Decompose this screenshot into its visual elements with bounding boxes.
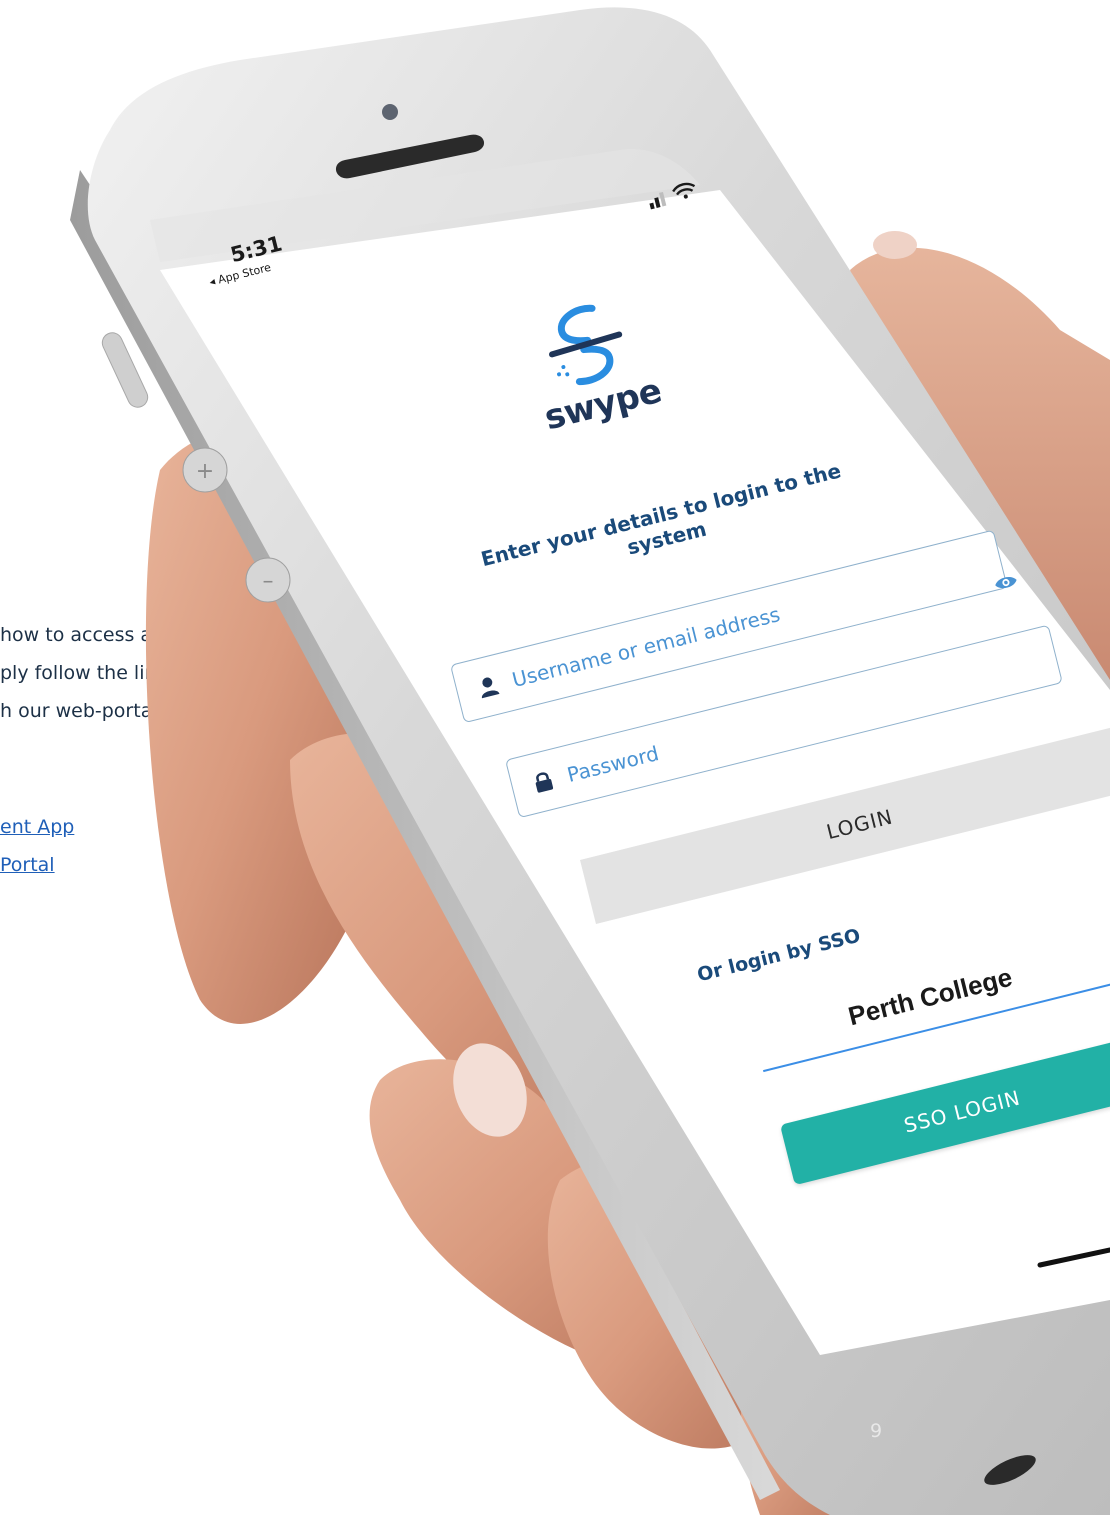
signal-icon bbox=[649, 191, 667, 210]
headline-line-1: Enter your details to login to the bbox=[478, 458, 844, 572]
sso-prompt: Or login by SSO bbox=[695, 925, 863, 987]
swype-logo: swype bbox=[512, 282, 691, 454]
wifi-icon bbox=[672, 182, 696, 199]
document-text-line: h our web-portal and bbox=[0, 700, 200, 722]
password-placeholder: Password bbox=[564, 741, 662, 787]
svg-text:–: – bbox=[263, 569, 274, 594]
sso-prompt-text: Or login by SSO bbox=[695, 924, 863, 987]
document-text-line: ply follow the links bbox=[0, 662, 178, 684]
user-icon bbox=[481, 677, 500, 699]
sso-selected-value: Perth College bbox=[845, 961, 1015, 1031]
document-text-line: how to access and bbox=[0, 624, 177, 646]
page-number: 9 bbox=[870, 1420, 883, 1442]
student-app-link[interactable]: ent App bbox=[0, 816, 74, 838]
page: how to access and ply follow the links h… bbox=[0, 0, 1110, 1515]
username-placeholder: Username or email address bbox=[509, 602, 783, 692]
portal-link[interactable]: Portal bbox=[0, 854, 55, 876]
status-icons bbox=[646, 177, 705, 215]
sso-login-button[interactable]: SSO LOGIN bbox=[780, 1037, 1110, 1186]
lock-icon bbox=[535, 772, 554, 793]
svg-text:+: + bbox=[196, 459, 214, 484]
status-time: 5:31 bbox=[228, 231, 285, 268]
sso-login-button-label: SSO LOGIN bbox=[780, 1037, 1110, 1186]
